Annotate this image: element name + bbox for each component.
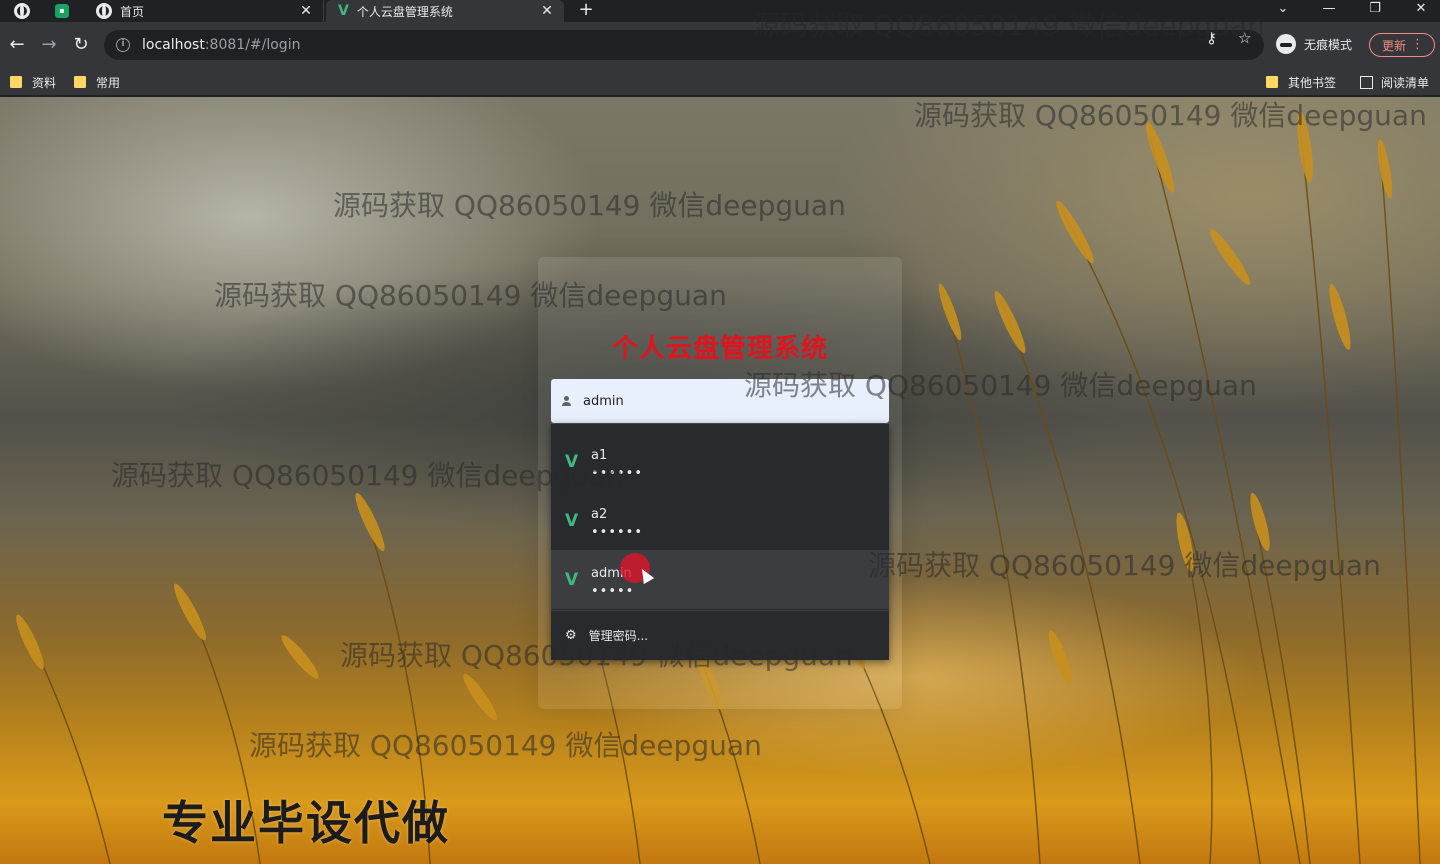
reading-list[interactable]: 阅读清单 [1360,72,1429,92]
autofill-password: ••••• [591,584,635,599]
bookmark-label: 资料 [32,75,57,90]
globe-icon [14,3,30,19]
close-tab-icon[interactable]: ✕ [540,3,554,19]
bookmark-other[interactable]: 其他书签 [1266,72,1336,92]
incognito-icon [1276,34,1296,54]
tab-title: 首页 [120,4,145,19]
promo-text: 专业毕设代做 [162,796,450,850]
folder-icon [1266,76,1278,88]
autofill-item[interactable]: V admin ••••• [551,550,889,609]
folder-icon [10,76,22,88]
globe-icon [96,3,112,19]
user-icon [561,395,573,407]
update-button[interactable]: 更新 ⋮ [1369,33,1435,57]
forward-button[interactable]: → [36,32,62,58]
bookmark-folder-ziliao[interactable]: 资料 [10,72,56,92]
autofill-username: a2 [591,507,608,522]
watermark: 源码获取 QQ86050149 微信deepguan [111,459,624,492]
vue-logo-icon: V [565,511,579,531]
tab-title: 个人云盘管理系统 [356,4,453,19]
minimize-button[interactable]: — [1306,0,1352,22]
folder-icon [74,76,86,88]
username-value: admin [583,393,624,409]
reading-list-label: 阅读清单 [1381,75,1430,90]
vue-logo-icon: V [338,3,349,19]
tab-cloud-disk[interactable]: V 个人云盘管理系统 ✕ [326,0,564,22]
reload-button[interactable]: ↻ [68,32,94,58]
autofill-item[interactable]: V a2 •••••• [551,491,889,550]
tab-home[interactable]: 首页 ✕ [84,0,324,22]
incognito-label: 无痕模式 [1304,37,1353,52]
watermark: 源码获取 QQ86050149 微信deepguan [214,279,727,312]
bookmark-label: 常用 [96,75,121,90]
watermark: 源码获取 QQ86050149 微信deepguan [744,369,1257,402]
close-window-button[interactable]: ✕ [1398,0,1440,22]
app-icon: ▪ [55,4,69,18]
pinned-tab-browser[interactable] [2,0,42,22]
watermark: 源码获取 QQ86050149 微信deepguan [914,99,1427,132]
watermark: 源码获取 QQ86050149 微信deepguan [868,549,1381,582]
bookmark-folder-changyong[interactable]: 常用 [74,72,120,92]
reading-list-icon [1360,75,1373,89]
menu-dots-icon: ⋮ [1411,37,1424,52]
watermark: 源码获取 QQ86050149 微信deepguan [333,189,846,222]
watermark: 源码获取 QQ86050149 微信deepguan [340,639,853,672]
bookmarks-bar: 资料 常用 其他书签 阅读清单 [0,68,1440,96]
watermark: 源码获取 QQ86050149 微信deepguan [249,729,762,762]
url-text: localhost:8081/#/login [142,37,301,53]
dropdown-divider [551,610,889,611]
close-tab-icon[interactable]: ✕ [299,3,313,19]
vue-logo-icon: V [565,570,579,590]
info-icon[interactable]: i [116,38,130,52]
back-button[interactable]: ← [4,32,30,58]
restore-button[interactable]: ❐ [1352,0,1398,22]
incognito-indicator[interactable]: 无痕模式 [1276,34,1352,54]
pinned-tab-app[interactable]: ▪ [42,0,82,22]
autofill-password: •••••• [591,525,644,540]
watermark: 源码获取 QQ86050149 微信deepguan [752,9,1265,42]
page-title: 个人云盘管理系统 [611,334,828,364]
new-tab-button[interactable]: + [576,0,596,22]
bookmark-label: 其他书签 [1288,75,1337,90]
update-label: 更新 [1382,38,1407,53]
tab-search-button[interactable]: ⌄ [1260,0,1306,22]
